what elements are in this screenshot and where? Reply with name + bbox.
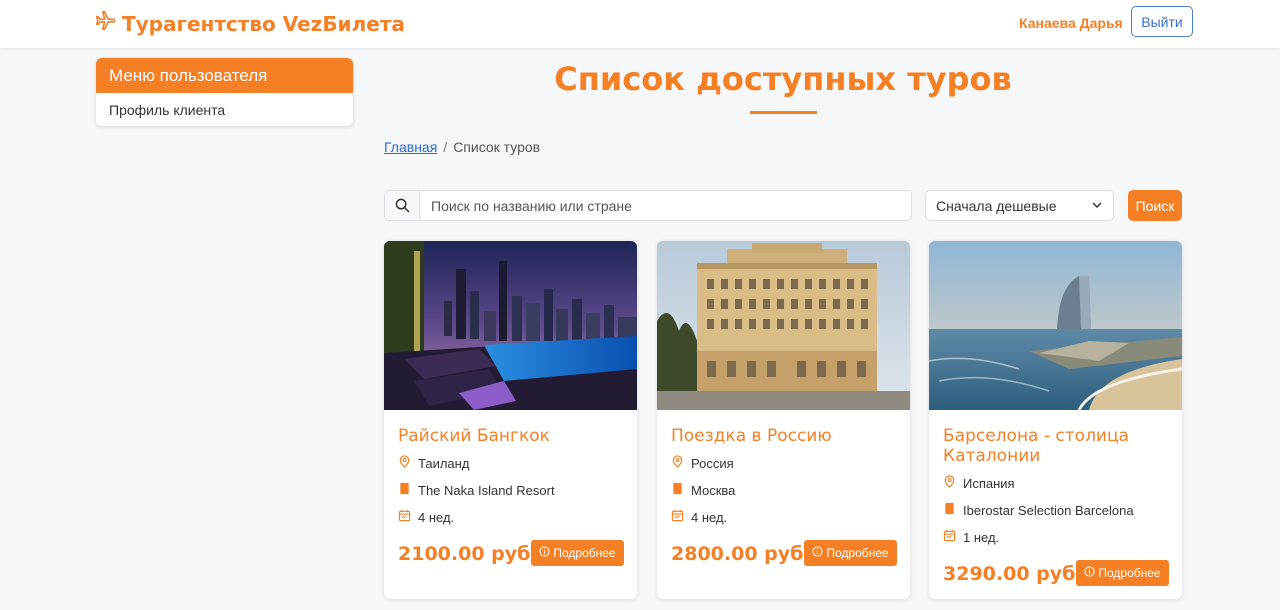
- breadcrumb-home-link[interactable]: Главная: [384, 139, 437, 155]
- tour-hotel: Москва: [671, 482, 735, 498]
- breadcrumb: Главная / Список туров: [384, 139, 540, 155]
- info-circle-icon: [539, 546, 550, 560]
- details-button[interactable]: Подробнее: [531, 540, 624, 566]
- tour-country: Россия: [671, 455, 734, 471]
- search-icon: [385, 191, 420, 220]
- tour-title[interactable]: Райский Бангкок: [398, 426, 623, 446]
- sort-selected-value: Сначала дешевые: [936, 197, 1057, 214]
- tour-card: Барселона - столица Каталонии Испания Ib…: [929, 241, 1182, 599]
- bookmark-icon: [943, 502, 956, 518]
- map-pin-icon: [398, 455, 411, 471]
- calendar-icon: [398, 509, 411, 525]
- bookmark-icon: [671, 482, 684, 498]
- tour-country: Испания: [943, 475, 1015, 491]
- title-divider: [750, 111, 817, 114]
- info-circle-icon: [812, 546, 823, 560]
- logout-button[interactable]: Выйти: [1131, 6, 1193, 37]
- top-navbar: Турагентство VezБилета Канаева Дарья Вый…: [0, 0, 1280, 48]
- page-title: Список доступных туров: [554, 60, 1012, 98]
- calendar-icon: [671, 509, 684, 525]
- search-input[interactable]: [420, 191, 911, 220]
- details-button-label: Подробнее: [826, 546, 889, 560]
- plane-icon: [94, 10, 116, 37]
- info-circle-icon: [1084, 566, 1095, 580]
- sidebar-item-client-profile[interactable]: Профиль клиента: [96, 93, 353, 126]
- tour-country-label: Россия: [691, 455, 734, 471]
- sort-select[interactable]: Сначала дешевые: [925, 190, 1114, 221]
- tour-hotel-label: Iberostar Selection Barcelona: [963, 502, 1134, 518]
- tour-hotel: The Naka Island Resort: [398, 482, 555, 498]
- user-menu: Меню пользователя Профиль клиента: [96, 58, 353, 126]
- details-button-label: Подробнее: [553, 546, 616, 560]
- map-pin-icon: [943, 475, 956, 491]
- breadcrumb-current: Список туров: [453, 139, 541, 155]
- search-bar: [384, 190, 912, 221]
- tour-price: 2100.00 руб.: [398, 543, 538, 565]
- breadcrumb-separator: /: [443, 139, 448, 155]
- tour-image[interactable]: [384, 241, 637, 410]
- tour-hotel-label: Москва: [691, 482, 736, 498]
- tour-hotel: Iberostar Selection Barcelona: [943, 502, 1134, 518]
- tour-title[interactable]: Поездка в Россию: [671, 426, 896, 446]
- tour-price: 3290.00 руб.: [943, 563, 1083, 585]
- tour-hotel-label: The Naka Island Resort: [418, 482, 555, 498]
- user-name[interactable]: Канаева Дарья: [1019, 15, 1123, 31]
- calendar-icon: [943, 529, 956, 545]
- tour-card: Райский Бангкок Таиланд The Naka Island …: [384, 241, 637, 599]
- details-button[interactable]: Подробнее: [804, 540, 897, 566]
- tour-duration: 4 нед.: [398, 509, 454, 525]
- user-menu-title: Меню пользователя: [96, 58, 353, 93]
- tour-duration: 1 нед.: [943, 529, 999, 545]
- tour-image[interactable]: [657, 241, 910, 410]
- tour-price: 2800.00 руб.: [671, 543, 811, 565]
- tour-duration-label: 4 нед.: [418, 509, 455, 525]
- tour-card: Поездка в Россию Россия Москва 4 нед. 28…: [657, 241, 910, 599]
- brand-name: Турагентство VezБилета: [122, 11, 405, 36]
- brand-logo[interactable]: Турагентство VezБилета: [94, 10, 405, 37]
- details-button-label: Подробнее: [1098, 566, 1161, 580]
- tour-country-label: Таиланд: [418, 455, 470, 471]
- bookmark-icon: [398, 482, 411, 498]
- tour-title[interactable]: Барселона - столица Каталонии: [943, 426, 1168, 466]
- map-pin-icon: [671, 455, 684, 471]
- tour-duration-label: 4 нед.: [691, 509, 728, 525]
- search-button[interactable]: Поиск: [1128, 190, 1182, 221]
- tour-image[interactable]: [929, 241, 1182, 410]
- details-button[interactable]: Подробнее: [1076, 560, 1169, 586]
- tour-country: Таиланд: [398, 455, 469, 471]
- tour-duration-label: 1 нед.: [963, 529, 1000, 545]
- chevron-down-icon: [1091, 198, 1103, 214]
- tour-duration: 4 нед.: [671, 509, 727, 525]
- tour-country-label: Испания: [963, 475, 1015, 491]
